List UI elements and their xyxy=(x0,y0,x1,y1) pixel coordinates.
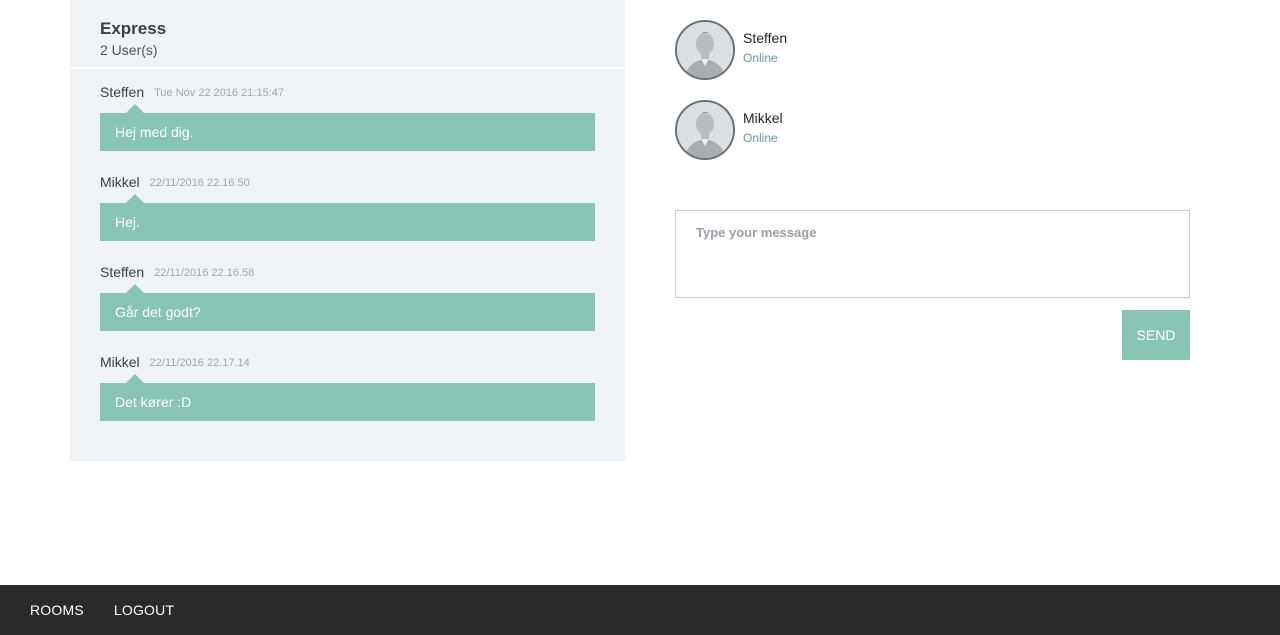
user-status: Online xyxy=(743,51,778,65)
user-list-item[interactable]: Mikkel Online xyxy=(675,100,1190,160)
message-item: Steffen Tue Nov 22 2016 21:15:47 Hej med… xyxy=(100,81,595,151)
message-author: Mikkel xyxy=(100,174,140,190)
online-users-list: Steffen Online Mikkel Online xyxy=(675,20,1190,180)
user-avatar-icon xyxy=(675,100,735,160)
message-timestamp: Tue Nov 22 2016 21:15:47 xyxy=(154,87,284,99)
user-status: Online xyxy=(743,131,778,145)
message-item: Mikkel 22/11/2016 22.17.14 Det kører :D xyxy=(100,351,595,421)
message-timestamp: 22/11/2016 22.17.14 xyxy=(149,357,250,369)
footer-nav: ROOMS LOGOUT xyxy=(0,585,1280,635)
rooms-link[interactable]: ROOMS xyxy=(30,602,84,618)
message-timestamp: 22/11/2016 22.16.50 xyxy=(149,177,250,189)
message-item: Mikkel 22/11/2016 22.16.50 Hej. xyxy=(100,171,595,241)
room-user-count: 2 User(s) xyxy=(100,42,158,58)
send-button[interactable]: SEND xyxy=(1122,310,1190,360)
message-author: Steffen xyxy=(100,264,145,280)
room-name: Express xyxy=(100,19,167,38)
message-bubble: Det kører :D xyxy=(100,374,595,421)
message-list[interactable]: Steffen Tue Nov 22 2016 21:15:47 Hej med… xyxy=(70,69,625,421)
user-list-item[interactable]: Steffen Online xyxy=(675,20,1190,80)
user-avatar-icon xyxy=(675,20,735,80)
logout-link[interactable]: LOGOUT xyxy=(114,602,174,618)
user-name: Steffen xyxy=(743,30,788,46)
message-item: Steffen 22/11/2016 22.16.58 Går det godt… xyxy=(100,261,595,331)
user-name: Mikkel xyxy=(743,110,783,126)
message-author: Mikkel xyxy=(100,354,140,370)
message-author: Steffen xyxy=(100,84,145,100)
message-timestamp: 22/11/2016 22.16.58 xyxy=(154,267,255,279)
message-input[interactable] xyxy=(675,210,1190,298)
message-bubble: Hej. xyxy=(100,194,595,241)
chat-panel: Express 2 User(s) Steffen Tue Nov 22 201… xyxy=(70,0,625,461)
message-bubble: Går det godt? xyxy=(100,284,595,331)
room-header: Express 2 User(s) xyxy=(70,0,625,69)
message-bubble: Hej med dig. xyxy=(100,104,595,151)
